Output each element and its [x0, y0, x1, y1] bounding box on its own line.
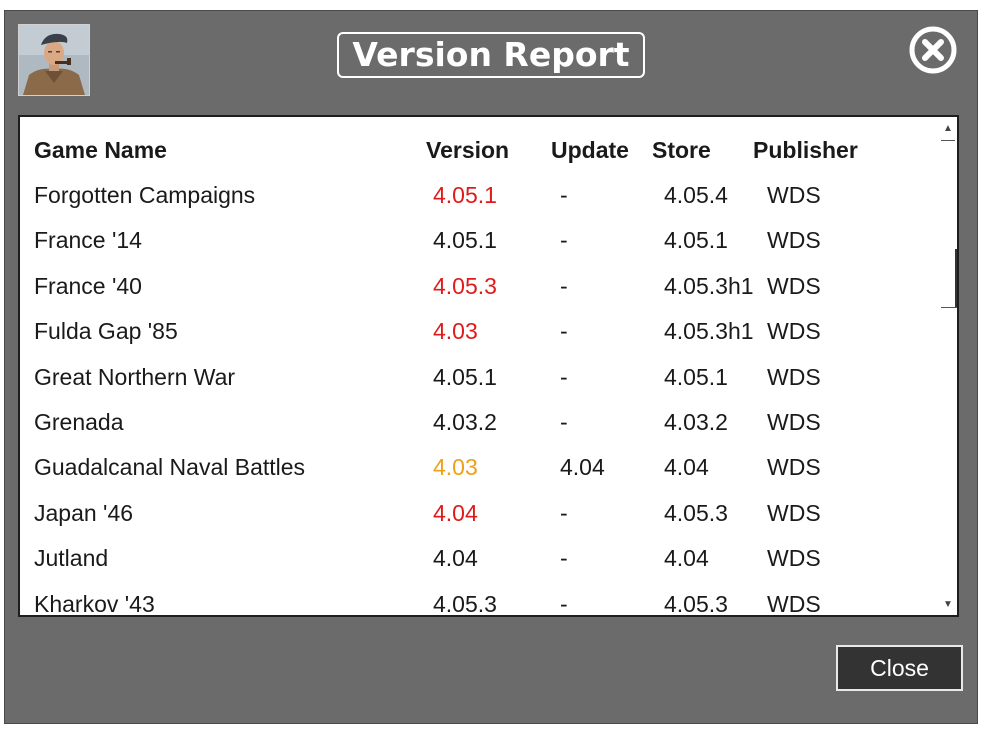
cell-store: 4.05.1	[664, 227, 728, 254]
version-report-dialog: Version Report Game Name Version Update …	[4, 10, 978, 724]
cell-game-name: France '40	[34, 272, 142, 299]
scroll-down-arrow-icon[interactable]: ▼	[939, 597, 957, 613]
cell-version: 4.04	[433, 545, 478, 572]
cell-store: 4.04	[664, 545, 709, 572]
cell-version: 4.05.3	[433, 272, 497, 299]
cell-update: -	[560, 363, 568, 390]
header-version[interactable]: Version	[426, 134, 509, 166]
cell-update: -	[560, 318, 568, 345]
cell-game-name: France '14	[34, 227, 142, 254]
cell-game-name: Forgotten Campaigns	[34, 182, 256, 208]
cell-game-name: Jutland	[34, 545, 109, 572]
header-update[interactable]: Update	[551, 134, 629, 166]
scrollbar-track-top	[941, 140, 955, 141]
table-row[interactable]: Kharkov '43 4.05.3 - 4.05.3 WDS	[20, 588, 940, 617]
version-table: Game Name Version Update Store Publisher…	[18, 115, 959, 617]
cell-store: 4.05.4	[664, 182, 728, 208]
cell-update: -	[560, 545, 568, 572]
cell-version: 4.05.3	[433, 590, 497, 617]
cell-version: 4.05.1	[433, 182, 497, 208]
cell-update: -	[560, 182, 568, 208]
header-store[interactable]: Store	[652, 134, 711, 166]
table-row[interactable]: Forgotten Campaigns 4.05.1 - 4.05.4 WDS	[20, 179, 940, 211]
scrollbar-thumb-end	[941, 307, 957, 308]
cell-store: 4.05.3h1	[664, 318, 754, 345]
cell-store: 4.04	[664, 454, 709, 481]
scroll-up-arrow-icon[interactable]: ▲	[939, 121, 957, 137]
cell-game-name: Japan '46	[34, 499, 134, 526]
cell-update: -	[560, 590, 568, 617]
cell-update: -	[560, 272, 568, 299]
table-row[interactable]: Jutland 4.04 - 4.04 WDS	[20, 542, 940, 574]
cell-publisher: WDS	[767, 499, 821, 526]
cell-game-name: Great Northern War	[34, 363, 236, 390]
cell-game-name: Kharkov '43	[34, 590, 155, 617]
table-row[interactable]: Grenada 4.03.2 - 4.03.2 WDS	[20, 406, 940, 438]
soldier-portrait-icon	[19, 25, 89, 95]
cell-version: 4.03	[433, 318, 478, 345]
cell-update: -	[560, 227, 568, 254]
close-icon[interactable]	[908, 25, 958, 75]
cell-publisher: WDS	[767, 545, 821, 572]
cell-publisher: WDS	[767, 182, 821, 208]
cell-version: 4.05.1	[433, 227, 497, 254]
table-row[interactable]: Guadalcanal Naval Battles 4.03 4.04 4.04 WDS	[20, 451, 940, 483]
vertical-scrollbar[interactable]: ▲ ▼	[939, 117, 957, 615]
cell-store: 4.03.2	[664, 409, 728, 435]
cell-update: -	[560, 499, 568, 526]
cell-version: 4.03.2	[433, 409, 497, 435]
avatar	[18, 24, 90, 96]
cell-publisher: WDS	[767, 409, 821, 435]
cell-store: 4.05.3	[664, 590, 728, 617]
cell-update: -	[560, 409, 568, 435]
cell-publisher: WDS	[767, 363, 821, 390]
table-row[interactable]: Japan '46 4.04 - 4.05.3 WDS	[20, 497, 940, 529]
cell-publisher: WDS	[767, 454, 821, 481]
cell-publisher: WDS	[767, 272, 821, 299]
cell-publisher: WDS	[767, 590, 821, 617]
cell-game-name: Grenada	[34, 409, 124, 435]
table-row[interactable]: Fulda Gap '85 4.03 - 4.05.3h1 WDS	[20, 315, 940, 347]
dialog-title: Version Report	[337, 32, 645, 78]
cell-version: 4.04	[433, 499, 478, 526]
table-row[interactable]: France '14 4.05.1 - 4.05.1 WDS	[20, 224, 940, 256]
cell-store: 4.05.1	[664, 363, 728, 390]
cell-game-name: Fulda Gap '85	[34, 318, 178, 345]
cell-publisher: WDS	[767, 318, 821, 345]
cell-store: 4.05.3h1	[664, 272, 754, 299]
cell-version: 4.05.1	[433, 363, 497, 390]
cell-version: 4.03	[433, 454, 478, 481]
cell-store: 4.05.3	[664, 499, 728, 526]
cell-update: 4.04	[560, 454, 605, 481]
close-button[interactable]: Close	[836, 645, 963, 691]
table-row[interactable]: Great Northern War 4.05.1 - 4.05.1 WDS	[20, 361, 940, 393]
cell-game-name: Guadalcanal Naval Battles	[34, 454, 306, 481]
table-row[interactable]: France '40 4.05.3 - 4.05.3h1 WDS	[20, 270, 940, 302]
header-game-name[interactable]: Game Name	[34, 134, 167, 166]
header-publisher[interactable]: Publisher	[753, 134, 858, 166]
scrollbar-thumb[interactable]	[955, 249, 957, 307]
table-header: Game Name Version Update Store Publisher	[20, 134, 940, 166]
cell-publisher: WDS	[767, 227, 821, 254]
